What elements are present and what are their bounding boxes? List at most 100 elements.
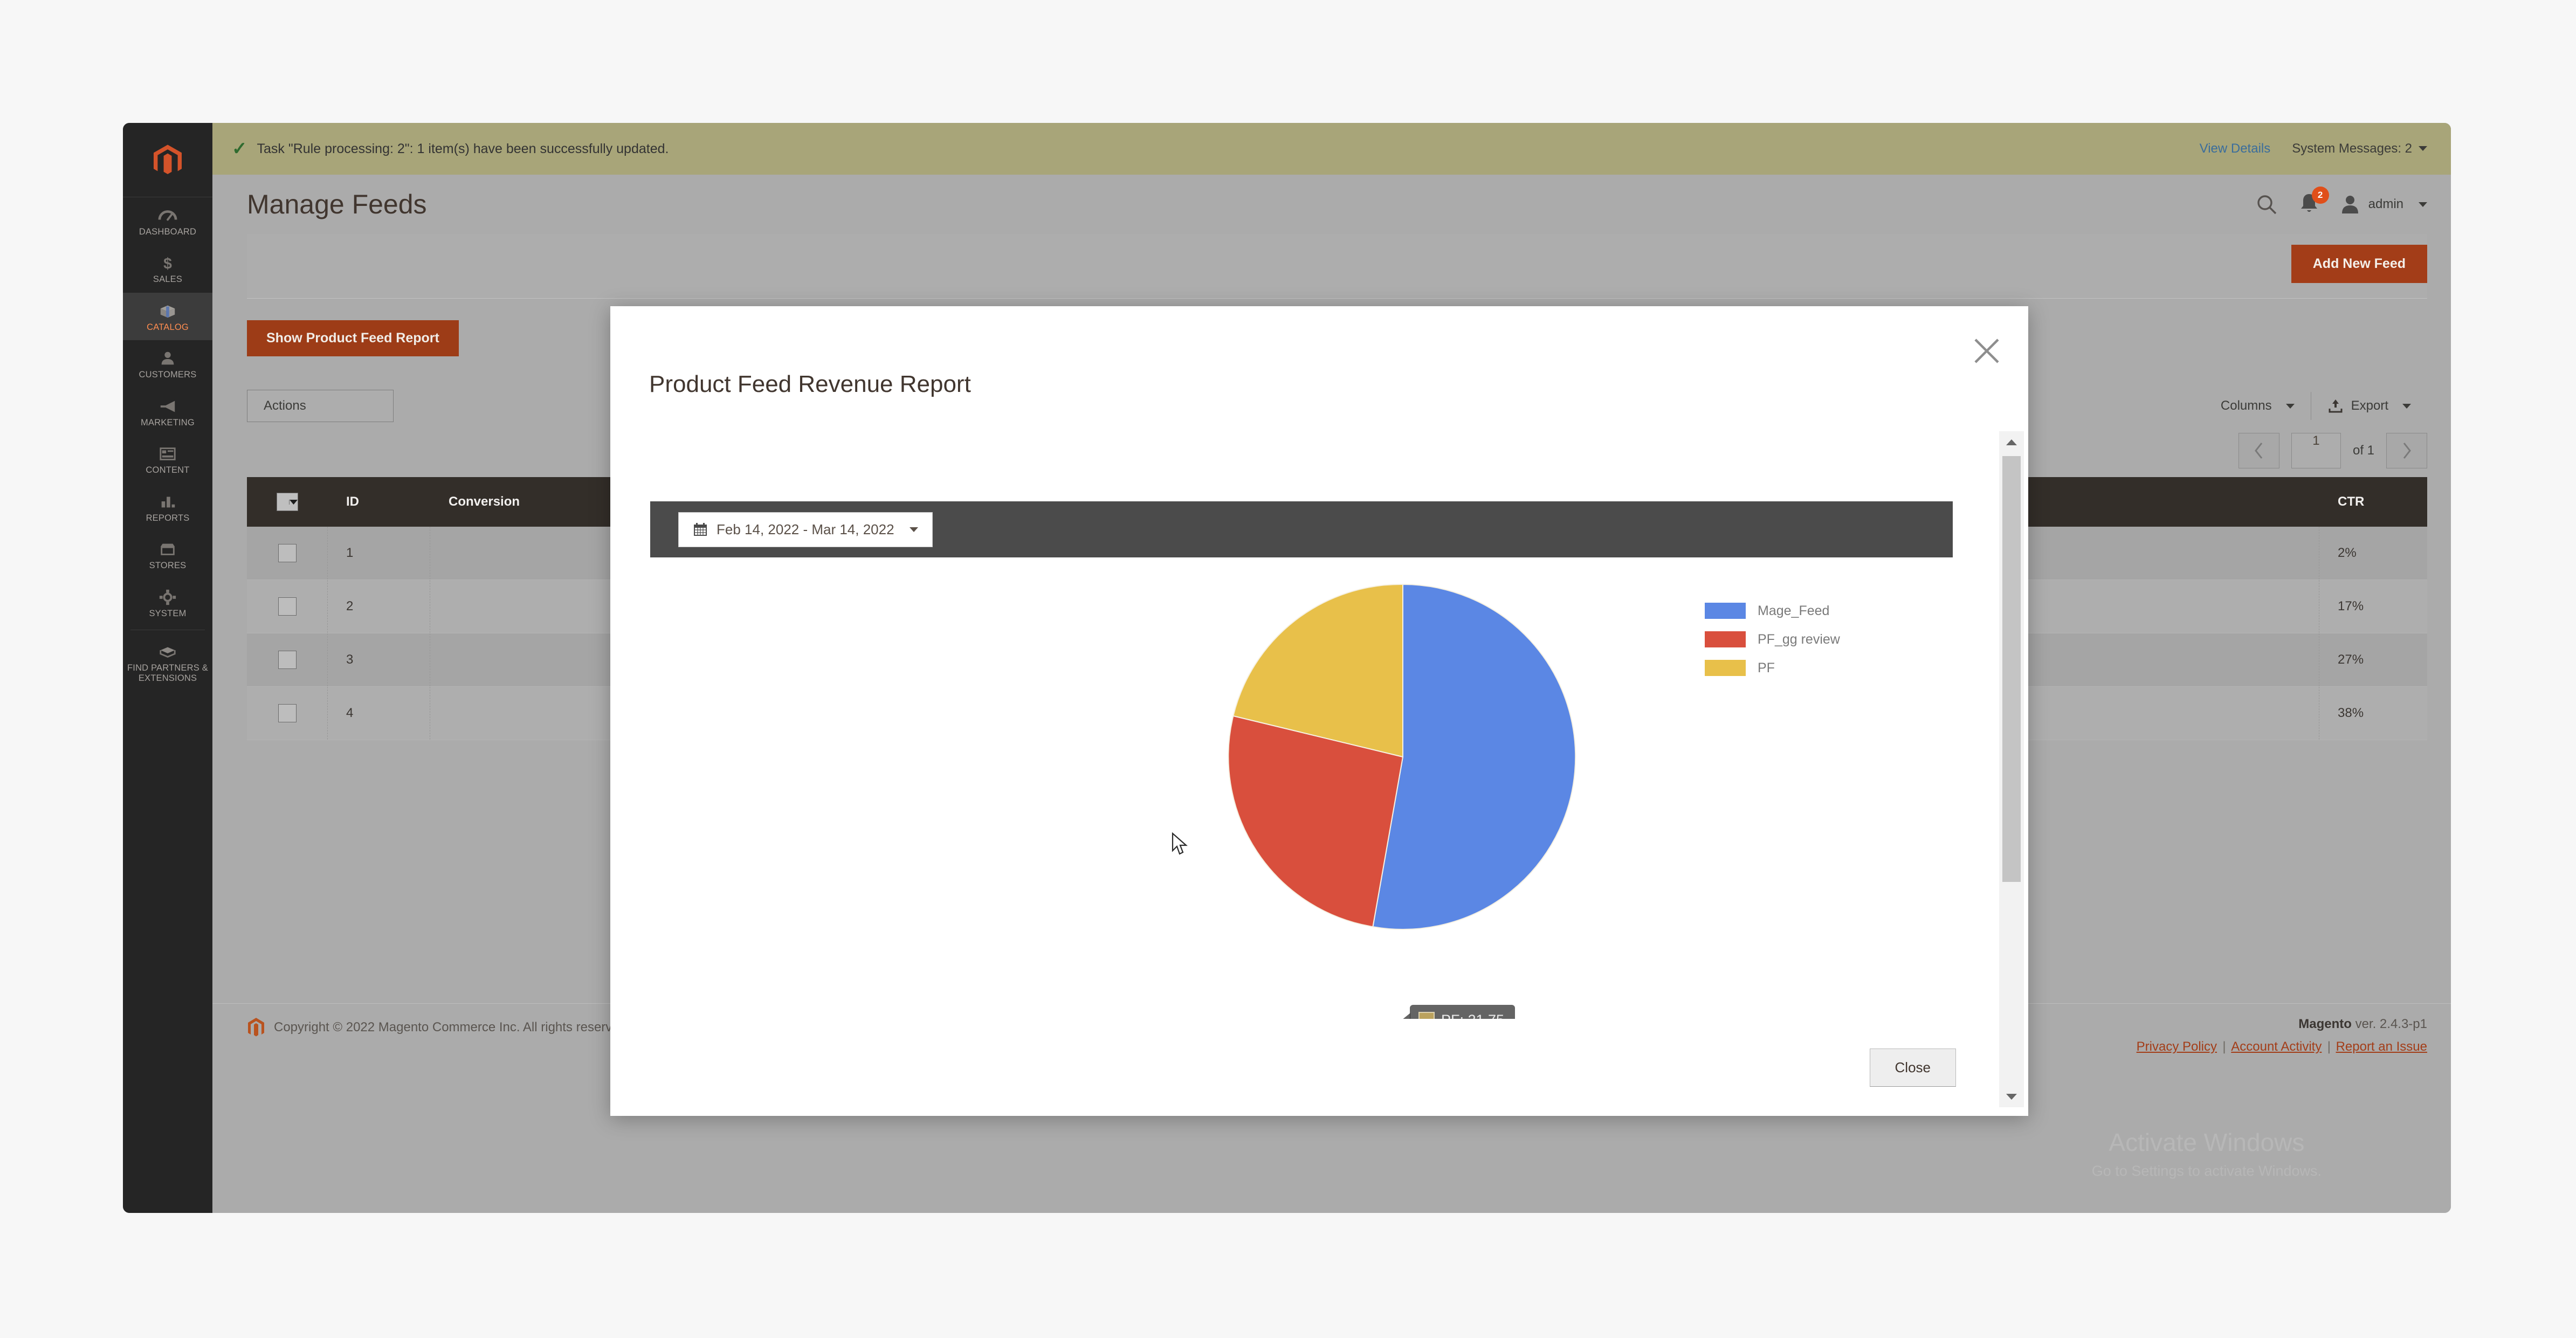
page-header: Manage Feeds 2 admin	[212, 175, 2451, 234]
sidebar-item-label: SYSTEM	[149, 608, 187, 618]
legend-label: Mage_Feed	[1758, 603, 1830, 618]
row-select-cell	[247, 687, 328, 740]
pagination-next-button[interactable]	[2386, 433, 2427, 468]
sidebar: DASHBOARD $ SALES CATALOG CUSTOMERS MARK…	[123, 123, 212, 1213]
legend-item-pf[interactable]: PF	[1705, 660, 1840, 676]
columns-label: Columns	[2220, 398, 2272, 413]
system-message-text: Task "Rule processing: 2": 1 item(s) hav…	[257, 141, 669, 156]
actions-dropdown[interactable]: Actions	[247, 390, 394, 422]
date-range-label: Feb 14, 2022 - Mar 14, 2022	[717, 521, 894, 537]
cell-id: 1	[328, 527, 430, 580]
row-checkbox[interactable]	[278, 704, 297, 722]
pie-chart-region: Mage_Feed PF_gg review PF	[610, 579, 1993, 1019]
cell-ctr: 38%	[2338, 706, 2364, 720]
show-product-feed-report-button[interactable]: Show Product Feed Report	[247, 320, 459, 356]
sidebar-item-label: CONTENT	[146, 465, 190, 475]
pagination-prev-button[interactable]	[2238, 433, 2279, 468]
layout-icon	[160, 447, 176, 461]
scrollbar-up-button[interactable]	[1999, 431, 2024, 453]
sidebar-item-marketing[interactable]: MARKETING	[123, 388, 212, 436]
legend-item-pf-gg-review[interactable]: PF_gg review	[1705, 631, 1840, 647]
magento-logo-icon	[153, 144, 182, 174]
check-icon: ✓	[232, 139, 247, 159]
chevron-left-icon	[2255, 443, 2263, 459]
sidebar-item-label: FIND PARTNERS & EXTENSIONS	[127, 663, 208, 683]
sidebar-item-customers[interactable]: CUSTOMERS	[123, 340, 212, 388]
bar-chart-icon	[161, 496, 175, 508]
watermark-title: Activate Windows	[2109, 1128, 2305, 1156]
privacy-policy-link[interactable]: Privacy Policy	[2137, 1039, 2217, 1054]
system-messages-dropdown[interactable]: System Messages: 2	[2292, 141, 2427, 156]
filter-panel	[247, 234, 2427, 299]
system-message-bar: ✓ Task "Rule processing: 2": 1 item(s) h…	[212, 123, 2451, 175]
cell-ctr: 17%	[2338, 599, 2364, 613]
date-range-picker[interactable]: Feb 14, 2022 - Mar 14, 2022	[678, 512, 933, 547]
close-button[interactable]: Close	[1869, 1048, 1956, 1087]
version-info: Magento ver. 2.4.3-p1	[2137, 1017, 2427, 1032]
dashboard-icon	[158, 210, 177, 221]
box-icon	[160, 305, 175, 318]
row-select-cell	[247, 580, 328, 633]
legend-label: PF	[1758, 660, 1775, 675]
scrollbar-thumb[interactable]	[2002, 456, 2021, 882]
notifications-button[interactable]: 2	[2298, 186, 2329, 217]
add-new-feed-button[interactable]: Add New Feed	[2291, 245, 2427, 283]
report-an-issue-link[interactable]: Report an Issue	[2336, 1039, 2427, 1054]
modal-scrollbar[interactable]	[1999, 431, 2024, 1107]
mouse-cursor	[1172, 832, 1188, 855]
row-checkbox[interactable]	[278, 544, 297, 562]
account-activity-link[interactable]: Account Activity	[2231, 1039, 2322, 1054]
sidebar-item-label: SALES	[153, 274, 183, 285]
sidebar-item-content[interactable]: CONTENT	[123, 436, 212, 483]
magento-logo[interactable]	[123, 123, 212, 197]
activate-windows-watermark: Activate Windows Go to Settings to activ…	[2092, 1128, 2322, 1180]
select-all-checkbox[interactable]	[277, 493, 298, 511]
magento-logo-icon	[248, 1018, 264, 1037]
search-icon[interactable]	[2255, 193, 2278, 216]
version-number: ver. 2.4.3-p1	[2351, 1017, 2427, 1031]
tooltip-swatch	[1418, 1012, 1435, 1019]
store-icon	[160, 543, 175, 556]
sidebar-item-label: STORES	[149, 561, 187, 571]
export-dropdown[interactable]: Export	[2311, 398, 2427, 414]
sidebar-item-reports[interactable]: REPORTS	[123, 484, 212, 531]
column-header-ctr[interactable]: CTR	[2319, 477, 2427, 527]
chevron-down-icon	[2419, 146, 2427, 151]
revenue-pie-chart	[1228, 583, 1576, 930]
admin-app-window: DASHBOARD $ SALES CATALOG CUSTOMERS MARK…	[123, 123, 2451, 1213]
notification-badge: 2	[2311, 186, 2329, 204]
legend-label: PF_gg review	[1758, 631, 1840, 647]
sidebar-item-sales[interactable]: $ SALES	[123, 245, 212, 292]
person-icon	[161, 352, 174, 365]
sidebar-item-stores[interactable]: STORES	[123, 531, 212, 578]
pagination-page-value: 1	[2312, 433, 2320, 448]
legend-item-mage-feed[interactable]: Mage_Feed	[1705, 603, 1840, 619]
link-separator: |	[2327, 1039, 2331, 1054]
export-icon	[2329, 399, 2343, 413]
sidebar-item-label: CATALOG	[147, 322, 189, 332]
chevron-right-icon	[2403, 443, 2411, 459]
main-content: ✓ Task "Rule processing: 2": 1 item(s) h…	[212, 123, 2451, 1213]
close-icon[interactable]	[1970, 334, 2003, 368]
triangle-up-icon	[2006, 439, 2017, 445]
grid-toolbar-right: Columns Export	[2205, 392, 2427, 420]
sidebar-item-label: REPORTS	[146, 513, 190, 523]
svg-text:$: $	[163, 256, 172, 273]
sidebar-item-dashboard[interactable]: DASHBOARD	[123, 197, 212, 245]
column-header-id[interactable]: ID	[328, 477, 430, 527]
page-title: Manage Feeds	[247, 189, 427, 219]
row-select-cell	[247, 527, 328, 580]
watermark-subtitle: Go to Settings to activate Windows.	[2091, 1163, 2322, 1179]
sidebar-item-catalog[interactable]: CATALOG	[123, 292, 212, 341]
columns-dropdown[interactable]: Columns	[2205, 398, 2311, 413]
select-all-dropdown[interactable]	[247, 477, 328, 527]
row-checkbox[interactable]	[278, 597, 297, 616]
pagination-page-input[interactable]: 1	[2291, 433, 2341, 468]
view-details-link[interactable]: View Details	[2200, 141, 2271, 156]
sidebar-item-system[interactable]: SYSTEM	[123, 579, 212, 626]
user-menu[interactable]: admin	[2340, 194, 2427, 215]
legend-swatch	[1705, 660, 1746, 676]
row-checkbox[interactable]	[278, 651, 297, 669]
sidebar-item-find-partners[interactable]: FIND PARTNERS & EXTENSIONS	[123, 633, 212, 691]
sidebar-item-label: MARKETING	[141, 417, 195, 427]
